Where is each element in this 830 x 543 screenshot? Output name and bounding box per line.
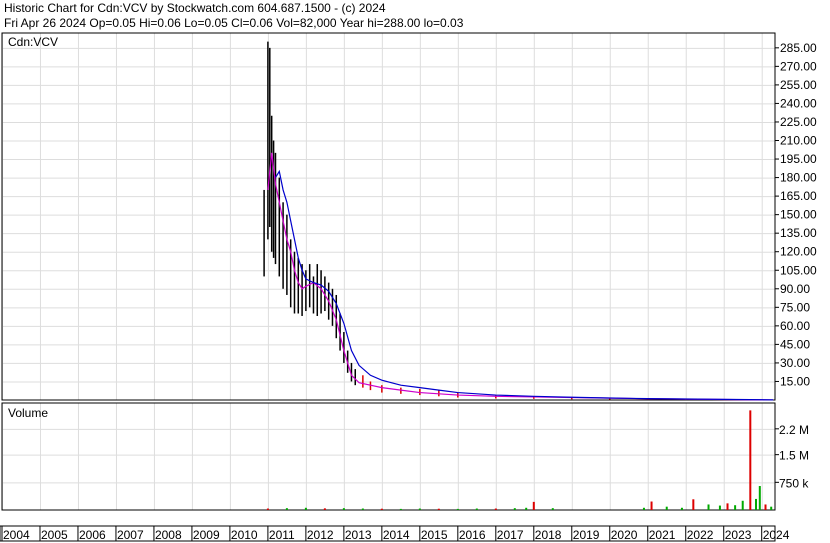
- price-tick-label: 240.00: [780, 96, 817, 110]
- volume-bar: [380, 508, 383, 510]
- x-tick-label: 2022: [687, 528, 714, 542]
- volume-bar: [418, 508, 421, 510]
- price-tick-label: 165.00: [780, 189, 817, 203]
- volume-bar: [399, 508, 402, 510]
- price-tick-label: 225.00: [780, 115, 817, 129]
- volume-bar: [342, 508, 345, 510]
- x-tick-label: 2020: [611, 528, 638, 542]
- price-range-bars: [263, 41, 774, 400]
- x-tick-label: 2013: [345, 528, 372, 542]
- chart-canvas: Cdn:VCV Volume 285.00270.00255.00240.002…: [0, 32, 817, 542]
- price-tick-label: 270.00: [780, 59, 817, 73]
- volume-bar: [764, 504, 767, 510]
- volume-bar: [437, 508, 440, 510]
- x-tick-label: 2010: [231, 528, 258, 542]
- price-tick-label: 45.00: [780, 337, 810, 351]
- x-axis-ticks: 2004 2005 2006 2007 2008 2009 2010 2011 2012 2013…: [1, 526, 790, 542]
- price-tick-label: 30.00: [780, 356, 810, 370]
- x-tick-label: 2015: [421, 528, 448, 542]
- price-tick-label: 60.00: [780, 319, 810, 333]
- x-tick-label: 2017: [497, 528, 524, 542]
- volume-tick-label: 1.5 M: [779, 449, 809, 463]
- volume-bar: [266, 508, 269, 510]
- volume-bar: [650, 501, 653, 510]
- volume-panel-title: Volume: [8, 406, 48, 420]
- volume-bar: [456, 508, 459, 510]
- volume-bars: [266, 410, 773, 510]
- volume-bar: [475, 508, 478, 510]
- volume-bar: [494, 508, 497, 510]
- price-tick-label: 135.00: [780, 226, 817, 240]
- volume-bar: [758, 486, 761, 510]
- price-grid: [2, 33, 775, 400]
- volume-bar: [770, 506, 773, 510]
- volume-bar: [361, 508, 364, 510]
- volume-bar: [707, 504, 710, 510]
- volume-bar: [532, 501, 535, 510]
- x-tick-label: 2008: [155, 528, 182, 542]
- volume-bar: [323, 508, 326, 510]
- symbol-label: Cdn:VCV: [8, 35, 58, 49]
- x-tick-label: 2004: [3, 528, 30, 542]
- volume-bar: [734, 505, 737, 510]
- x-tick-label: 2007: [117, 528, 144, 542]
- price-tick-label: 255.00: [780, 78, 817, 92]
- volume-bar: [741, 500, 744, 510]
- x-tick-label: 2006: [79, 528, 106, 542]
- volume-tick-label: 2.2 M: [779, 423, 809, 437]
- price-tick-label: 150.00: [780, 208, 817, 222]
- x-tick-label: 2012: [307, 528, 334, 542]
- ma-long-line: [274, 169, 774, 401]
- chart-root: Historic Chart for Cdn:VCV by Stockwatch…: [0, 0, 830, 543]
- price-tick-label: 180.00: [780, 171, 817, 185]
- volume-bar: [513, 508, 516, 510]
- volume-bar: [680, 507, 683, 510]
- x-tick-label: 2011: [269, 528, 295, 542]
- x-tick-label: 2014: [383, 528, 410, 542]
- price-tick-label: 90.00: [780, 282, 810, 296]
- x-tick-label: 2018: [535, 528, 562, 542]
- volume-bar: [692, 499, 695, 510]
- x-tick-label: 2005: [41, 528, 68, 542]
- volume-bar: [551, 508, 554, 510]
- price-tick-label: 285.00: [780, 41, 817, 55]
- volume-bar: [718, 505, 721, 510]
- volume-grid: [2, 403, 775, 510]
- x-tick-label: 2009: [193, 528, 220, 542]
- volume-tick-label: 750 k: [779, 476, 809, 490]
- price-tick-label: 15.00: [780, 374, 810, 388]
- volume-bar: [525, 507, 528, 510]
- price-tick-label: 120.00: [780, 245, 817, 259]
- volume-bar: [755, 498, 758, 510]
- volume-bar: [749, 410, 752, 510]
- price-y-axis-ticks: 285.00 270.00 255.00 240.00 225.00 210.00 195.…: [775, 41, 817, 388]
- x-tick-label: 2019: [573, 528, 600, 542]
- x-tick-label: 2023: [725, 528, 752, 542]
- x-tick-label: 2021: [649, 528, 676, 542]
- x-tick-label: 2016: [459, 528, 486, 542]
- volume-bar: [285, 508, 288, 510]
- price-tick-label: 210.00: [780, 134, 817, 148]
- price-tick-label: 75.00: [780, 300, 810, 314]
- price-tick-label: 195.00: [780, 152, 817, 166]
- x-tick-label: 2024: [763, 528, 790, 542]
- volume-y-axis-ticks: 2.2 M 1.5 M 750 k: [775, 423, 809, 490]
- volume-bar: [642, 507, 645, 510]
- volume-bar: [665, 506, 668, 510]
- volume-bar: [304, 507, 307, 510]
- price-tick-label: 105.00: [780, 263, 817, 277]
- volume-panel-frame: [1, 402, 776, 511]
- volume-bar: [726, 503, 729, 510]
